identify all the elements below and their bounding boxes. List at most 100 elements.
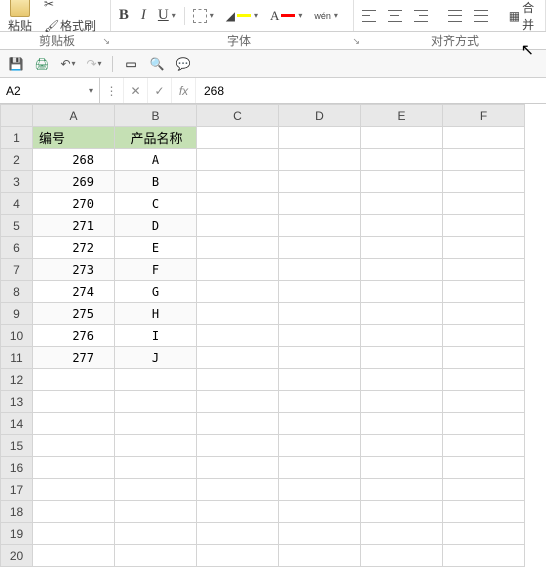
cell-D6[interactable] [279, 237, 361, 259]
cell-B9[interactable]: H [115, 303, 197, 325]
align-left-button[interactable] [358, 8, 380, 24]
select-all-corner[interactable] [1, 105, 33, 127]
cell-C3[interactable] [197, 171, 279, 193]
cell-F14[interactable] [443, 413, 525, 435]
cell-D12[interactable] [279, 369, 361, 391]
cell-E19[interactable] [361, 523, 443, 545]
cell-F4[interactable] [443, 193, 525, 215]
row-head-20[interactable]: 20 [1, 545, 33, 567]
cell-F10[interactable] [443, 325, 525, 347]
cell-F9[interactable] [443, 303, 525, 325]
cell-C20[interactable] [197, 545, 279, 567]
cell-F13[interactable] [443, 391, 525, 413]
cell-E1[interactable] [361, 127, 443, 149]
cell-B1[interactable]: 产品名称 [115, 127, 197, 149]
cell-A13[interactable] [33, 391, 115, 413]
cell-A11[interactable]: 277 [33, 347, 115, 369]
confirm-button[interactable]: ✓ [148, 78, 172, 103]
col-head-F[interactable]: F [443, 105, 525, 127]
cell-E7[interactable] [361, 259, 443, 281]
cell-A6[interactable]: 272 [33, 237, 115, 259]
cell-F3[interactable] [443, 171, 525, 193]
cell-A16[interactable] [33, 457, 115, 479]
cell-E12[interactable] [361, 369, 443, 391]
row-head-17[interactable]: 17 [1, 479, 33, 501]
row-head-18[interactable]: 18 [1, 501, 33, 523]
cell-B7[interactable]: F [115, 259, 197, 281]
cell-B5[interactable]: D [115, 215, 197, 237]
row-head-6[interactable]: 6 [1, 237, 33, 259]
cell-C13[interactable] [197, 391, 279, 413]
cell-E4[interactable] [361, 193, 443, 215]
merge-cells-button[interactable]: ▦合并 [505, 0, 541, 35]
cell-D10[interactable] [279, 325, 361, 347]
cell-B8[interactable]: G [115, 281, 197, 303]
cell-C11[interactable] [197, 347, 279, 369]
row-head-10[interactable]: 10 [1, 325, 33, 347]
cell-A17[interactable] [33, 479, 115, 501]
cell-D1[interactable] [279, 127, 361, 149]
cell-F2[interactable] [443, 149, 525, 171]
row-head-9[interactable]: 9 [1, 303, 33, 325]
clipboard-launcher[interactable]: ↘ [102, 36, 110, 47]
cell-C17[interactable] [197, 479, 279, 501]
cell-D3[interactable] [279, 171, 361, 193]
cell-F15[interactable] [443, 435, 525, 457]
row-head-11[interactable]: 11 [1, 347, 33, 369]
name-box-input[interactable] [6, 84, 66, 98]
cell-A8[interactable]: 274 [33, 281, 115, 303]
italic-button[interactable]: I [137, 5, 150, 26]
cell-D9[interactable] [279, 303, 361, 325]
cell-A1[interactable]: 编号 [33, 127, 115, 149]
redo-button[interactable]: ↷▾ [86, 56, 102, 72]
cell-C15[interactable] [197, 435, 279, 457]
qat-tool-3[interactable]: 💬 [175, 56, 191, 72]
cell-B16[interactable] [115, 457, 197, 479]
cell-B20[interactable] [115, 545, 197, 567]
increase-indent-button[interactable] [470, 8, 492, 24]
cell-C7[interactable] [197, 259, 279, 281]
cancel-button[interactable]: ✕ [124, 78, 148, 103]
cell-B6[interactable]: E [115, 237, 197, 259]
cell-D11[interactable] [279, 347, 361, 369]
print-button[interactable]: 🖨 [34, 56, 50, 72]
cell-E13[interactable] [361, 391, 443, 413]
cell-A10[interactable]: 276 [33, 325, 115, 347]
cell-E2[interactable] [361, 149, 443, 171]
name-box[interactable]: ▾ [0, 78, 100, 103]
cell-B14[interactable] [115, 413, 197, 435]
formula-menu-button[interactable]: ⋮ [100, 78, 124, 103]
cell-D13[interactable] [279, 391, 361, 413]
font-color-button[interactable]: A▾ [266, 6, 306, 26]
formula-input[interactable]: 268 [196, 78, 546, 103]
cell-F19[interactable] [443, 523, 525, 545]
row-head-19[interactable]: 19 [1, 523, 33, 545]
qat-tool-1[interactable]: ▭ [123, 56, 139, 72]
row-head-12[interactable]: 12 [1, 369, 33, 391]
bold-button[interactable]: B [115, 5, 133, 26]
cell-D14[interactable] [279, 413, 361, 435]
fill-color-button[interactable]: ◢▾ [222, 7, 262, 25]
cell-A3[interactable]: 269 [33, 171, 115, 193]
cell-D18[interactable] [279, 501, 361, 523]
cell-D4[interactable] [279, 193, 361, 215]
cell-B15[interactable] [115, 435, 197, 457]
cell-E18[interactable] [361, 501, 443, 523]
cell-A7[interactable]: 273 [33, 259, 115, 281]
row-head-4[interactable]: 4 [1, 193, 33, 215]
cell-A5[interactable]: 271 [33, 215, 115, 237]
cell-E5[interactable] [361, 215, 443, 237]
align-center-button[interactable] [384, 8, 406, 24]
cell-A20[interactable] [33, 545, 115, 567]
row-head-16[interactable]: 16 [1, 457, 33, 479]
save-button[interactable]: 💾 [8, 56, 24, 72]
cell-F20[interactable] [443, 545, 525, 567]
cut-button[interactable]: ✂ [40, 0, 100, 13]
cell-E15[interactable] [361, 435, 443, 457]
cell-F7[interactable] [443, 259, 525, 281]
row-head-2[interactable]: 2 [1, 149, 33, 171]
border-button[interactable]: ▾ [189, 7, 218, 25]
cell-E11[interactable] [361, 347, 443, 369]
cell-C18[interactable] [197, 501, 279, 523]
cell-A12[interactable] [33, 369, 115, 391]
